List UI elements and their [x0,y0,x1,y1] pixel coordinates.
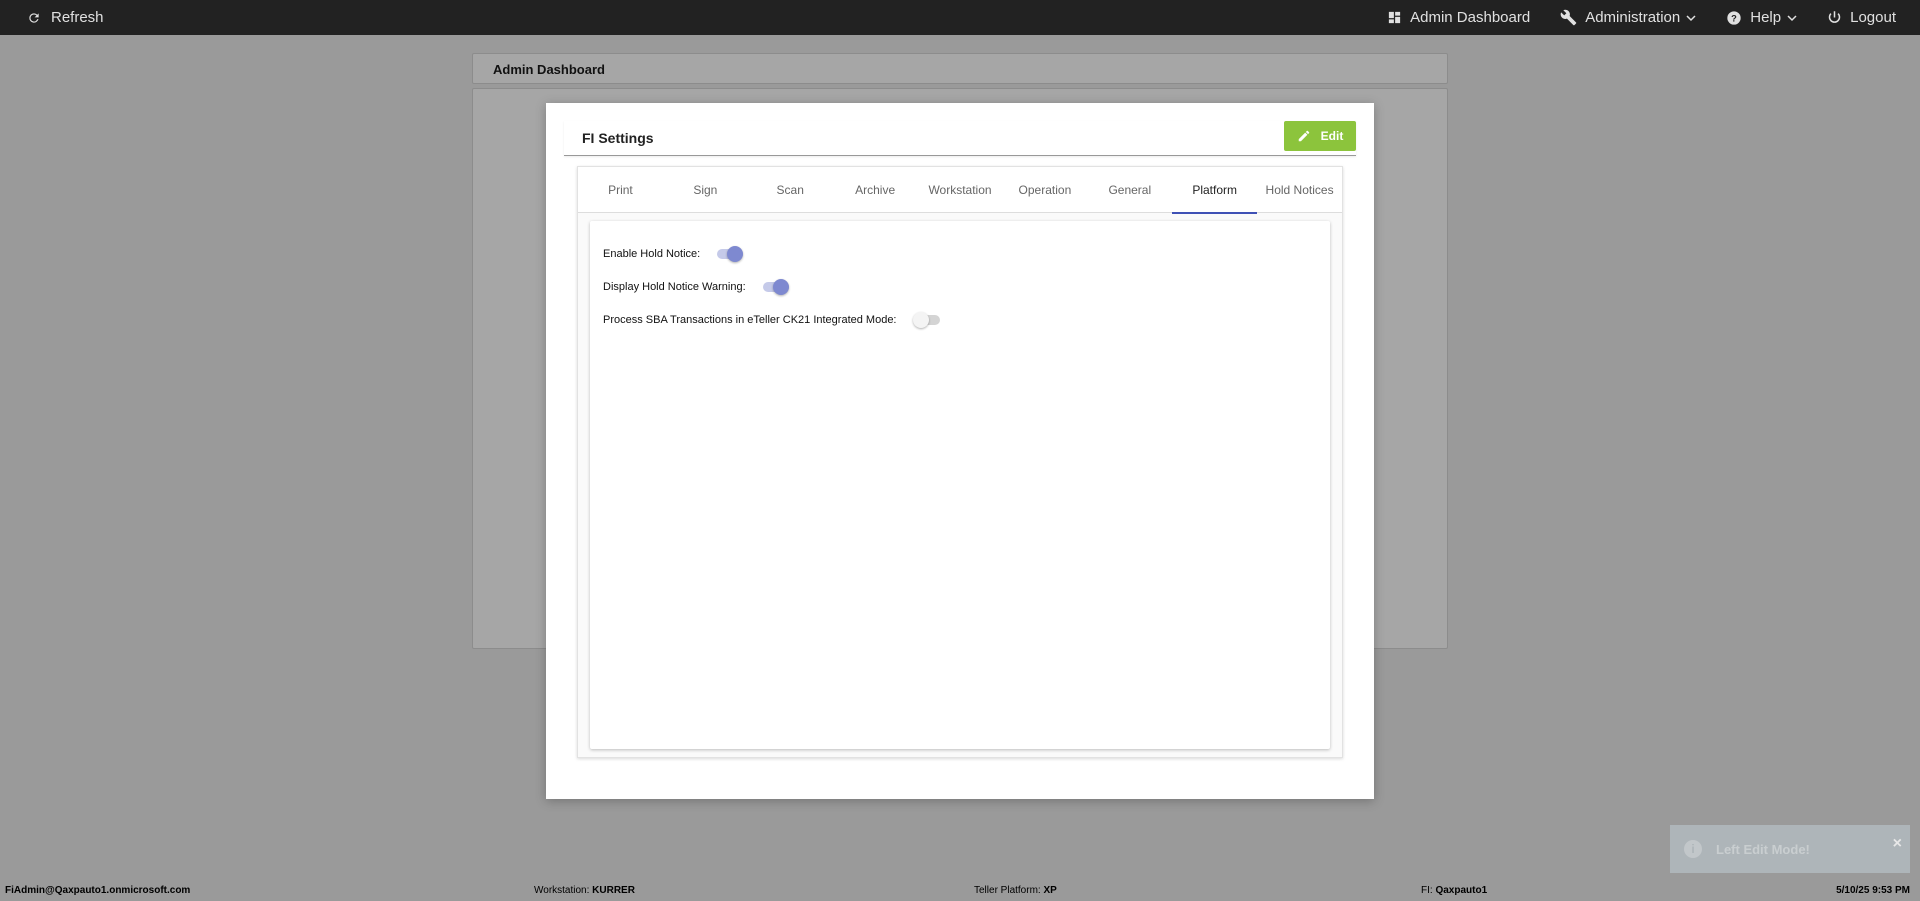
notification-toast: i Left Edit Mode! × [1670,825,1910,873]
workstation-label: Workstation: [534,885,590,896]
setting-label: Process SBA Transactions in eTeller CK21… [603,314,897,326]
teller-platform-label: Teller Platform: [974,885,1041,896]
setting-label: Enable Hold Notice: [603,248,701,260]
fi-label: FI: [1421,885,1433,896]
fi-value: Qaxpauto1 [1435,885,1488,896]
refresh-button[interactable]: Refresh [27,0,104,35]
dialog-header: FI Settings Edit [564,121,1356,156]
tab-hold-notices[interactable]: Hold Notices [1257,167,1342,213]
toggle-thumb [727,246,744,262]
close-icon[interactable]: × [1893,835,1902,853]
setting-label: Display Hold Notice Warning: [603,281,746,293]
pencil-icon [1298,130,1309,142]
edit-label: Edit [1320,129,1344,143]
edit-button[interactable]: Edit [1284,121,1356,151]
tab-platform[interactable]: Platform [1172,167,1258,214]
settings-tabs-card: Print Sign Scan Archive Workstation Oper… [577,166,1343,758]
toast-message: Left Edit Mode! [1716,841,1810,857]
enable-hold-notice-toggle[interactable] [716,245,744,263]
svg-text:?: ? [1731,13,1737,23]
setting-process-sba-transactions: Process SBA Transactions in eTeller CK21… [603,311,941,329]
fi-settings-dialog: FI Settings Edit Print Sign Scan Archive… [546,103,1374,799]
status-bar: FiAdmin@Qaxpauto1.onmicrosoft.com Workst… [0,879,1920,901]
administration-label: Administration [1585,9,1681,26]
logout-label: Logout [1850,9,1896,26]
user-email-value: FiAdmin@Qaxpauto1.onmicrosoft.com [5,885,191,896]
platform-settings-panel: Enable Hold Notice: Display Hold Notice … [590,221,1330,749]
teller-platform-value: XP [1043,885,1057,896]
top-nav-bar: Refresh Admin Dashboard Administration ?… [0,0,1920,35]
tab-operation[interactable]: Operation [1002,167,1087,213]
dashboard-icon [1389,11,1401,24]
logout-button[interactable]: Logout [1827,9,1896,26]
help-label: Help [1750,9,1782,26]
power-icon [1828,11,1841,23]
admin-dashboard-label: Admin Dashboard [1410,9,1531,26]
tab-workstation[interactable]: Workstation [918,167,1003,213]
administration-menu[interactable]: Administration [1560,9,1696,26]
page-title: Admin Dashboard [493,62,605,77]
tab-print[interactable]: Print [578,167,663,213]
workstation-info: Workstation: KURRER [534,885,635,896]
process-sba-transactions-toggle[interactable] [912,311,941,329]
workstation-value: KURRER [592,885,635,896]
tab-bar: Print Sign Scan Archive Workstation Oper… [578,167,1342,214]
setting-display-hold-notice-warning: Display Hold Notice Warning: [603,278,790,296]
fi-info: FI: Qaxpauto1 [1421,885,1487,896]
help-menu[interactable]: ? Help [1726,9,1797,26]
info-icon: i [1684,840,1702,858]
chevron-down-icon [1787,14,1797,21]
tab-scan[interactable]: Scan [748,167,833,213]
dialog-title: FI Settings [582,130,654,146]
refresh-label: Refresh [51,9,104,26]
admin-dashboard-link[interactable]: Admin Dashboard [1387,9,1530,26]
setting-enable-hold-notice: Enable Hold Notice: [603,245,744,263]
toggle-thumb [912,312,929,328]
datetime-value: 5/10/25 9:53 PM [1836,885,1910,896]
teller-platform-info: Teller Platform: XP [974,885,1057,896]
help-icon: ? [1727,10,1741,25]
user-email: FiAdmin@Qaxpauto1.onmicrosoft.com [5,885,190,896]
tab-general[interactable]: General [1087,167,1172,213]
toggle-thumb [772,279,789,295]
refresh-icon [29,12,39,23]
datetime: 5/10/25 9:53 PM [1836,885,1910,896]
tab-sign[interactable]: Sign [663,167,748,213]
display-hold-notice-warning-toggle[interactable] [762,278,790,296]
wrench-icon [1560,9,1577,26]
tab-archive[interactable]: Archive [833,167,918,213]
chevron-down-icon [1686,14,1696,21]
page-header: Admin Dashboard [472,53,1448,84]
